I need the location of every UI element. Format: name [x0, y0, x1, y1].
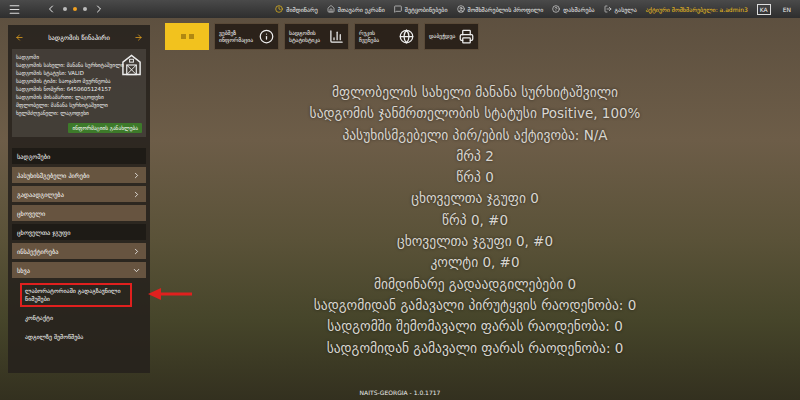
sidebar-item[interactable]: ცხოველი [12, 205, 146, 221]
sidebar: სადგომის წინაპირი სადგომისადგომის სახელი:… [8, 25, 150, 373]
holding-info: სადგომისადგომის სახელი: მანანა სურხიტაშვ… [12, 49, 146, 137]
chevron-right-icon [132, 247, 141, 256]
sidebar-item[interactable]: სადგომები [12, 148, 146, 164]
hamburger-icon[interactable] [8, 3, 21, 16]
prev-button[interactable] [15, 33, 24, 42]
info-line: სადგომის ტიპი: საოჯახო მეურნეობა [16, 77, 119, 85]
summary-line: ცხოველთა ჯგუფი 0 [411, 188, 539, 209]
refresh-button[interactable]: ინფორმაციის განახლება [68, 123, 142, 133]
submenu-item[interactable]: ლაბორატორიაში გადაგზავნილი ნიმუშები [20, 283, 132, 307]
top-menu-item[interactable]: გასვლა [604, 5, 637, 13]
view-toggle[interactable] [165, 23, 209, 50]
top-menu-item[interactable]: მიმდინარე [275, 5, 317, 13]
info-line: ხელმძღვანელი: ლაგოდეხი [16, 109, 119, 117]
pointer-arrow-icon [146, 287, 192, 301]
holding-summary: მფლობელის სახელი მანანა სურხიტაშვილისადგ… [165, 82, 800, 359]
nav-dot [83, 7, 87, 11]
arrow-right-icon[interactable] [134, 33, 143, 42]
tile-square [189, 34, 194, 39]
back-icon[interactable] [45, 3, 57, 15]
menu-item-icon [275, 5, 283, 13]
sidebar-item[interactable]: ინსპექტირება [12, 243, 146, 259]
toolbar-button[interactable]: დაბეჭდვა [424, 23, 479, 50]
toolbar-button[interactable]: ვებშეზ ინფორმაცია [214, 23, 279, 50]
top-menu: მიმდინარე მთავარი ეკრანი შეტყობინებები მომხ… [275, 4, 794, 15]
submenu-item[interactable]: ადგილზე შემოწმება [20, 329, 132, 345]
nav-dot [73, 7, 77, 11]
sidebar-item[interactable]: სხვა [12, 262, 146, 278]
chevron-right-icon [132, 171, 141, 180]
sidebar-item[interactable]: გადაადგილება [12, 186, 146, 202]
toolbar-button-icon [259, 29, 274, 44]
menu-button[interactable] [8, 3, 21, 16]
summary-line: სადგომის ჯანმრთელობის სტატუსი Positive, … [310, 103, 641, 124]
top-menu-item[interactable]: მომხმარებლის პროფილი [457, 5, 544, 13]
summary-line: მფლობელის სახელი მანანა სურხიტაშვილი [332, 82, 618, 103]
summary-line: მიმდინარე გადაადგილებები 0 [374, 274, 576, 295]
summary-line: სადგომიდან გამავალი ფარას რაოდენობა: 0 [327, 338, 624, 359]
content: სადგომის წინაპირი სადგომისადგომის სახელი:… [0, 18, 800, 388]
submenu-item[interactable]: კონტაქტი [20, 310, 132, 326]
summary-line: წრპ 0 [456, 167, 493, 188]
forward-icon[interactable] [93, 3, 105, 15]
sidebar-header: სადგომის წინაპირი [12, 29, 146, 46]
language-option[interactable]: KA [757, 4, 771, 15]
tile-square [181, 34, 186, 39]
summary-line: პასუხისმგებელი პირ/ების აქტივობა: N/A [342, 125, 607, 146]
info-line: სადგომის სტატუსი: VALID [16, 69, 119, 77]
nav-controls [45, 3, 105, 15]
nav-dot [63, 7, 67, 11]
menu-item-icon [457, 5, 465, 13]
info-line: სადგომი [16, 53, 119, 61]
toolbar-button-icon [399, 29, 414, 44]
sidebar-item[interactable]: პასუხისმგებელი პირები [12, 167, 146, 183]
menu-item-icon [552, 5, 560, 13]
sidebar-menu: სადგომები პასუხისმგებელი პირები გადაადგილე… [12, 148, 146, 345]
chevron-right-icon [132, 190, 141, 199]
summary-line: კოლტი 0, #0 [430, 252, 519, 273]
app-page: მიმდინარე მთავარი ეკრანი შეტყობინებები მომხ… [0, 0, 800, 400]
toolbar-button-icon [329, 29, 344, 44]
toolbar-button[interactable]: სადგომის სტატისტიკა [284, 23, 349, 50]
info-line: სადგომის ნომერი: 6450605124157 [16, 85, 119, 93]
summary-line: სადგომიდან გამავალი პირუტყვის რაოდენობა:… [314, 295, 636, 316]
top-menu-item[interactable]: შეტყობინებები [394, 5, 448, 13]
info-line: მფლობელი: მანანა სურხიტაშვილი [16, 101, 119, 109]
top-menu-item[interactable]: დახმარება [552, 5, 594, 13]
toolbar-button-icon [459, 29, 474, 44]
language-option[interactable]: EN [780, 4, 794, 15]
info-line: სადგომის მისამართი: ლაგოდეხი [16, 93, 119, 101]
menu-item-icon [394, 5, 402, 13]
toolbar: ვებშეზ ინფორმაციასადგომის სტატისტიკარუკი… [165, 23, 800, 50]
submenu: ლაბორატორიაში გადაგზავნილი ნიმუშები კონტა… [12, 281, 146, 345]
barn-icon [121, 53, 142, 77]
summary-line: ცხოველთა ჯგუფი 0, #0 [397, 231, 553, 252]
footer: NAITS-GEORGIA - 1.0.1717 [0, 388, 800, 400]
top-bar: მიმდინარე მთავარი ეკრანი შეტყობინებები მომხ… [0, 0, 800, 18]
info-line: სადგომის სახელი: მანანა სურხიტაშვილი [16, 61, 119, 69]
top-menu-item[interactable]: მთავარი ეკრანი [327, 5, 385, 13]
next-button[interactable] [134, 33, 143, 42]
arrow-left-icon[interactable] [15, 33, 24, 42]
main-area: ვებშეზ ინფორმაციასადგომის სტატისტიკარუკი… [150, 18, 800, 388]
menu-item-icon [327, 5, 335, 13]
chevron-down-icon [132, 266, 141, 275]
sidebar-item[interactable]: ცხოველთა ჯგუფი [12, 224, 146, 240]
toolbar-button[interactable]: რუკის ჩვენება [354, 23, 419, 50]
user-label: აქტიური მომხმარებელი: a.admin3 [646, 6, 748, 13]
summary-line: მრპ 2 [456, 146, 494, 167]
summary-line: წრპ 0, #0 [442, 210, 508, 231]
summary-line: სადგომში შემომავალი ფარას რაოდენობა: 0 [327, 316, 623, 337]
menu-item-icon [604, 5, 612, 13]
